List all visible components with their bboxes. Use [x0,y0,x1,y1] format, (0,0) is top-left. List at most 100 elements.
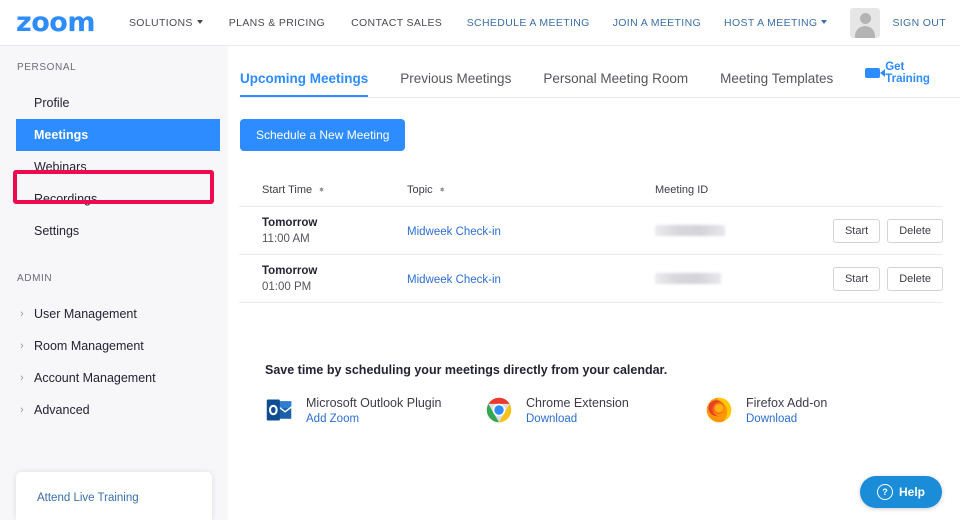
firefox-icon [706,397,732,423]
table-row: Tomorrow 01:00 PM Midweek Check-in Start… [239,255,943,303]
sidebar-item-account-management[interactable]: › Account Management [0,362,228,394]
sidebar-item-user-management[interactable]: › User Management [0,298,228,330]
meeting-topic-link[interactable]: Midweek Check-in [407,274,501,286]
calendar-integrations-section: Save time by scheduling your meetings di… [239,363,960,425]
attend-live-training-card[interactable]: Attend Live Training [16,472,212,520]
delete-meeting-button[interactable]: Delete [887,218,943,243]
tab-meeting-templates[interactable]: Meeting Templates [720,71,833,97]
sidebar-item-label: Room Management [34,339,144,353]
integration-name: Microsoft Outlook Plugin [306,396,442,410]
chevron-down-icon [196,19,203,24]
start-meeting-button[interactable]: Start [832,218,881,243]
integration-text: Chrome Extension Download [526,396,629,425]
user-avatar-icon[interactable] [850,7,881,38]
get-training-link[interactable]: Get Training [865,61,947,97]
cell-topic: Midweek Check-in [407,222,655,240]
help-button-label: Help [898,485,925,499]
integration-name: Chrome Extension [526,396,629,410]
sidebar-item-advanced[interactable]: › Advanced [0,394,228,426]
integration-firefox-addon: Firefox Add-on Download [705,396,925,425]
attend-live-training-link[interactable]: Attend Live Training [37,492,139,504]
account-menu[interactable]: SIGN OUT [850,7,946,38]
sort-arrows-icon[interactable]: ▲ ▼ [318,186,325,194]
meeting-time: 01:00 PM [262,280,312,293]
column-header-label: Meeting ID [655,184,709,196]
cell-meeting-id [655,225,808,236]
sidebar-item-profile[interactable]: Profile [0,87,228,119]
sidebar-item-label: Account Management [34,371,156,385]
sidebar-heading-admin: ADMIN [17,273,53,284]
table-row: Tomorrow 11:00 AM Midweek Check-in Start… [239,207,943,255]
redacted-meeting-id [655,273,721,284]
column-header-start-time[interactable]: Start Time ▲ ▼ [239,184,407,196]
meeting-topic-link[interactable]: Midweek Check-in [407,226,501,238]
nav-link-join-a-meeting[interactable]: JOIN A MEETING [613,17,701,29]
integration-name: Firefox Add-on [746,396,828,410]
nav-link-host-a-meeting[interactable]: HOST A MEETING [724,16,828,29]
chevron-down-icon [821,19,828,24]
redacted-meeting-id [655,225,725,236]
cell-actions: Start Delete [808,218,943,243]
cell-actions: Start Delete [808,266,943,291]
sidebar-item-label: Meetings [34,128,89,142]
sort-arrows-icon[interactable]: ▲ ▼ [439,186,446,194]
meeting-time: 11:00 AM [262,232,310,245]
calendar-integrations-title: Save time by scheduling your meetings di… [265,363,668,377]
sign-out-link[interactable]: SIGN OUT [892,17,946,29]
integration-outlook-plugin: Microsoft Outlook Plugin Add Zoom [265,396,485,425]
chevron-right-icon: › [20,371,24,384]
integration-text: Microsoft Outlook Plugin Add Zoom [306,396,441,425]
primary-nav-links: SOLUTIONS PLANS & PRICING CONTACT SALES [129,17,442,29]
delete-meeting-button[interactable]: Delete [887,266,943,291]
zoom-logo[interactable]: zoom [16,9,95,36]
integration-action-link[interactable]: Add Zoom [306,413,441,425]
sidebar-item-label: Recordings [34,192,98,206]
sidebar-item-settings[interactable]: Settings [0,215,228,247]
sidebar-item-label: Advanced [34,403,90,417]
sidebar-item-recordings[interactable]: Recordings [0,183,228,215]
nav-link-schedule-a-meeting[interactable]: SCHEDULE A MEETING [467,17,590,29]
column-header-topic[interactable]: Topic ▲ ▼ [407,184,655,196]
chevron-right-icon: › [20,307,24,320]
nav-link-contact-sales[interactable]: CONTACT SALES [351,17,442,29]
cell-start-time: Tomorrow 01:00 PM [239,265,407,293]
top-navigation-bar: zoom SOLUTIONS PLANS & PRICING CONTACT S… [0,0,960,46]
column-header-meeting-id: Meeting ID [655,184,808,196]
chevron-right-icon: › [20,403,24,416]
sidebar-item-room-management[interactable]: › Room Management [0,330,228,362]
nav-link-host-a-meeting-label: HOST A MEETING [724,16,818,29]
help-button[interactable]: ? Help [859,476,942,508]
get-training-label: Get Training [885,61,930,85]
column-header-label: Topic [407,184,433,196]
start-meeting-button[interactable]: Start [832,266,881,291]
schedule-new-meeting-button[interactable]: Schedule a New Meeting [240,119,406,151]
nav-link-solutions[interactable]: SOLUTIONS [129,17,203,29]
tab-personal-meeting-room[interactable]: Personal Meeting Room [543,71,688,97]
sidebar-item-meetings[interactable]: Meetings [16,119,220,151]
sidebar-item-label: User Management [34,307,137,321]
nav-link-plans-pricing[interactable]: PLANS & PRICING [229,17,325,29]
video-camera-icon [865,68,886,78]
cell-topic: Midweek Check-in [407,270,655,288]
cell-start-time: Tomorrow 11:00 AM [239,217,407,245]
integration-chrome-extension: Chrome Extension Download [485,396,705,425]
main-content: Upcoming Meetings Previous Meetings Pers… [228,46,960,520]
sidebar-item-label: Profile [34,96,70,110]
secondary-nav-links: SCHEDULE A MEETING JOIN A MEETING HOST A… [467,7,946,38]
tab-previous-meetings[interactable]: Previous Meetings [400,71,511,97]
tab-upcoming-meetings[interactable]: Upcoming Meetings [240,71,369,97]
integration-action-link[interactable]: Download [746,413,827,425]
meetings-table: Start Time ▲ ▼ Topic ▲ ▼ Meeting ID Tomorr… [239,184,943,303]
page-body: PERSONAL Profile Meetings Webinars Recor… [0,46,960,520]
question-mark-icon: ? [876,484,893,500]
nav-link-solutions-label: SOLUTIONS [128,16,193,29]
column-header-label: Start Time [262,184,313,196]
integration-text: Firefox Add-on Download [746,396,827,425]
sidebar-item-webinars[interactable]: Webinars [0,151,228,183]
sidebar-item-label: Webinars [34,160,87,174]
integration-action-link[interactable]: Download [526,413,629,425]
sidebar: PERSONAL Profile Meetings Webinars Recor… [0,46,228,520]
calendar-integrations-list: Microsoft Outlook Plugin Add Zoom Chrome… [239,396,960,425]
meeting-day: Tomorrow [262,216,318,229]
